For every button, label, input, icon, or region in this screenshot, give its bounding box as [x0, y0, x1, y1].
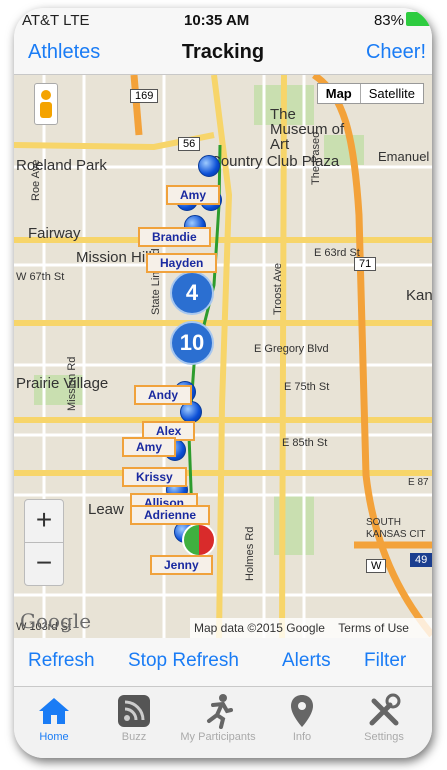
street-label: Mission Rd [66, 356, 78, 411]
map-attribution: Map data ©2015 Google Terms of Use [190, 618, 432, 638]
athlete-label[interactable]: Amy [122, 437, 177, 457]
route-shield-icon: W [366, 559, 387, 573]
alerts-button[interactable]: Alerts [282, 650, 331, 672]
street-label: The Paseo [310, 131, 322, 185]
refresh-button[interactable]: Refresh [28, 650, 95, 672]
athlete-label[interactable]: Hayden [146, 253, 218, 273]
street-label: Holmes Rd [244, 526, 256, 581]
filter-button[interactable]: Filter [364, 650, 406, 672]
athlete-label[interactable]: Krissy [122, 467, 187, 487]
battery-percent: 83% [373, 12, 404, 29]
pegman-icon[interactable] [34, 83, 58, 125]
tab-label: Settings [364, 731, 404, 743]
athlete-label[interactable]: Brandie [138, 227, 211, 247]
navigation-bar: Athletes Tracking Cheer! [14, 32, 432, 75]
map-view[interactable]: Map Satellite Roeland Park Fairway Missi… [14, 75, 432, 638]
place-label: Leaw [88, 501, 124, 518]
status-bar: AT&T LTE 10:35 AM 83% [14, 8, 432, 32]
athlete-label[interactable]: Amy [166, 185, 221, 205]
street-label: E 75th St [284, 381, 330, 393]
tab-info[interactable]: Info [262, 691, 342, 743]
action-bar: Refresh Stop Refresh Alerts Filter [14, 638, 432, 686]
rss-icon [94, 691, 174, 731]
tools-icon [344, 691, 424, 731]
battery-icon [406, 12, 432, 26]
location-pin-icon [262, 691, 342, 731]
athlete-label[interactable]: Jenny [150, 555, 213, 575]
street-label: E 85th St [282, 437, 328, 449]
zoom-control: + − [24, 499, 64, 586]
satellite-option[interactable]: Satellite [361, 84, 423, 103]
carrier-label: AT&T LTE [22, 12, 90, 29]
tab-settings[interactable]: Settings [344, 691, 424, 743]
cluster-marker[interactable]: 4 [170, 271, 214, 315]
interstate-shield-icon: 49 [410, 553, 432, 567]
terms-link[interactable]: Terms of Use [328, 621, 409, 635]
route-shield-icon: 169 [130, 89, 159, 103]
street-label: E 87 [408, 477, 429, 488]
zoom-in-button[interactable]: + [25, 500, 63, 542]
tab-bar: Home Buzz My Participants Info Settings [14, 686, 432, 758]
athlete-label[interactable]: Andy [134, 385, 192, 405]
cheer-button[interactable]: Cheer! [366, 41, 426, 64]
tab-label: Info [292, 731, 312, 743]
map-option[interactable]: Map [318, 84, 361, 103]
tab-label: My Participants [180, 731, 256, 743]
route-shield-icon: 56 [178, 137, 201, 151]
athlete-marker[interactable] [198, 155, 220, 177]
attribution-text: Map data ©2015 Google [194, 621, 325, 635]
place-label: Prairie Village [16, 375, 109, 392]
route-shield-icon: 71 [354, 257, 377, 271]
google-logo: Google [20, 609, 92, 633]
street-label: E 63rd St [314, 247, 360, 259]
phone-frame: AT&T LTE 10:35 AM 83% Athletes Tracking … [14, 8, 432, 758]
tab-buzz[interactable]: Buzz [94, 691, 174, 743]
start-marker-icon[interactable] [182, 523, 216, 557]
athlete-label[interactable]: Adrienne [130, 505, 211, 525]
home-icon [14, 691, 94, 731]
tab-my-participants[interactable]: My Participants [178, 691, 258, 743]
tab-label: Home [39, 731, 69, 743]
stop-refresh-button[interactable]: Stop Refresh [128, 650, 239, 672]
tab-label: Buzz [121, 731, 147, 743]
street-label: E Gregory Blvd [254, 343, 329, 355]
runner-icon [178, 691, 258, 731]
place-label: Fairway [28, 225, 81, 242]
street-label: Troost Ave [272, 263, 284, 315]
time-label: 10:35 AM [184, 12, 250, 29]
zoom-out-button[interactable]: − [25, 543, 63, 585]
cluster-marker[interactable]: 10 [170, 321, 214, 365]
map-type-toggle[interactable]: Map Satellite [316, 83, 424, 104]
place-label: Kans [406, 287, 432, 304]
street-label: Roe Ave [30, 159, 42, 201]
place-label: Emanuel [378, 149, 430, 164]
place-label: SOUTH KANSAS CIT [366, 517, 426, 540]
tab-home[interactable]: Home [14, 691, 94, 743]
street-label: W 67th St [16, 271, 65, 283]
